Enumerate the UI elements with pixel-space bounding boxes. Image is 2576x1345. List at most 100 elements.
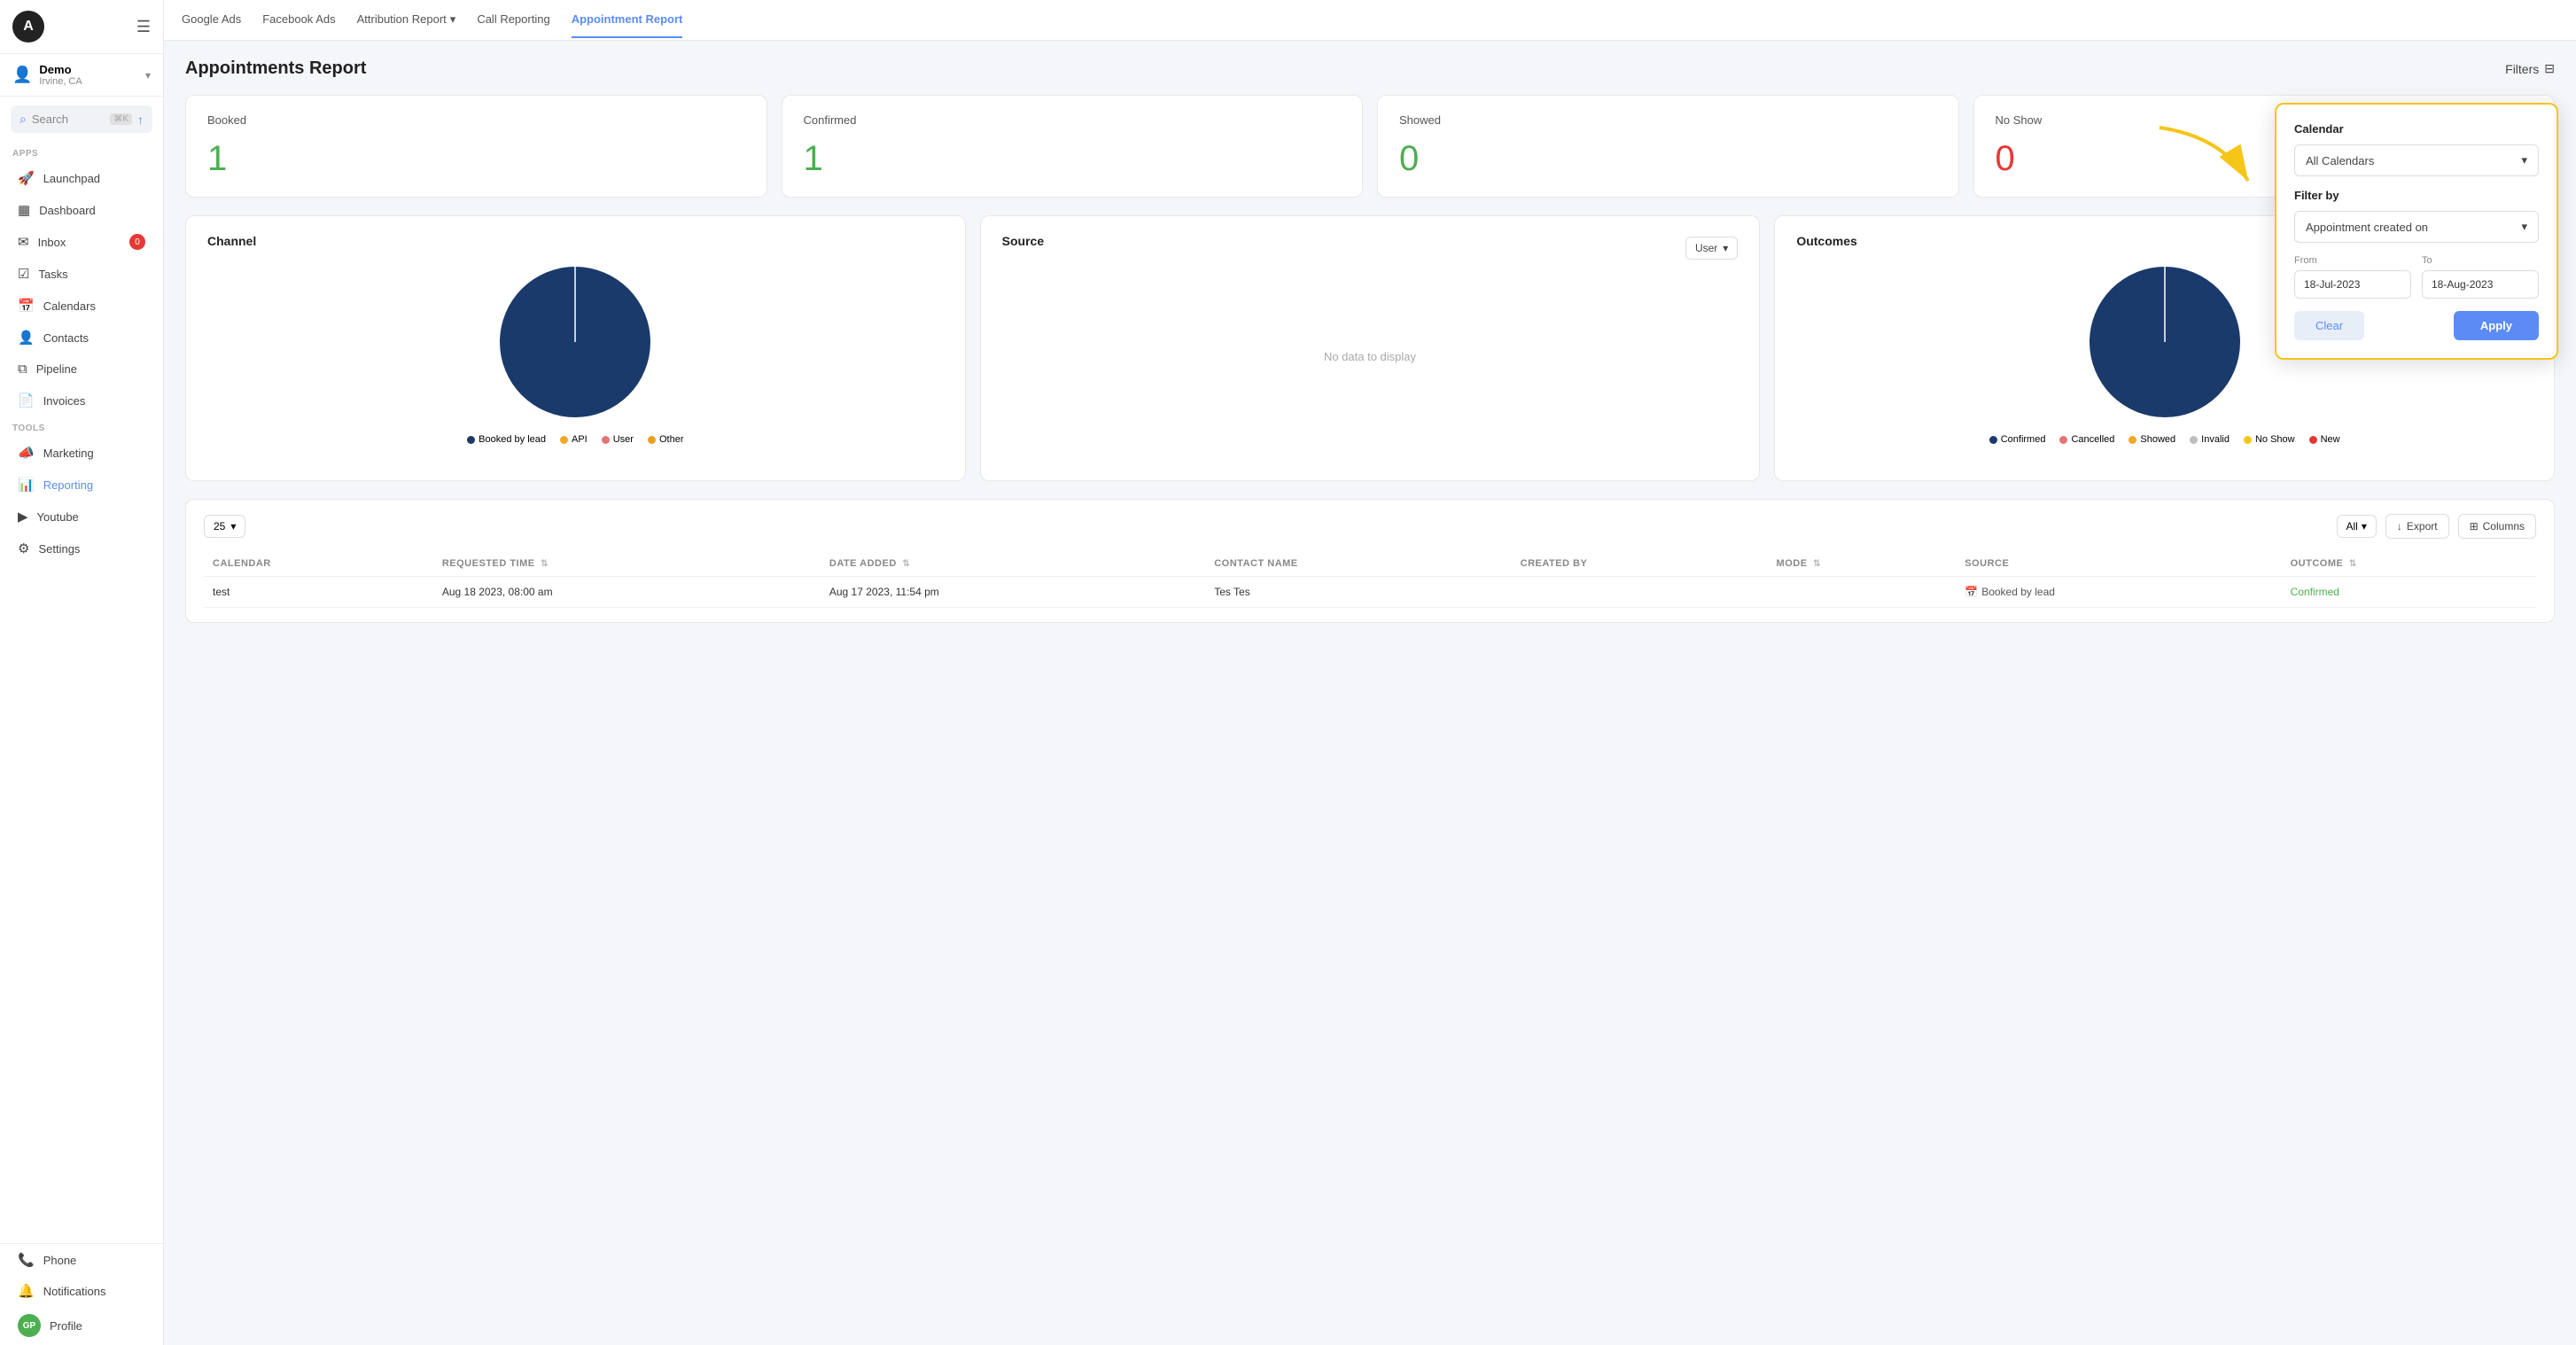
legend-label: Other — [659, 434, 684, 445]
appointments-table: CALENDAR REQUESTED TIME ⇅ DATE ADDED ⇅ C… — [204, 551, 2536, 608]
cell-contact-name: Tes Tes — [1205, 577, 1511, 608]
legend-dot — [2190, 436, 2198, 444]
invoices-icon: 📄 — [18, 393, 35, 408]
all-label: All — [2346, 520, 2358, 533]
legend-confirmed: Confirmed — [1989, 434, 2046, 445]
search-label: Search — [32, 113, 105, 126]
filter-from: From — [2294, 255, 2411, 299]
table-row: test Aug 18 2023, 08:00 am Aug 17 2023, … — [204, 577, 2536, 608]
stat-booked-value: 1 — [207, 139, 745, 179]
settings-icon: ⚙ — [18, 540, 29, 556]
sidebar-bottom: 📞 Phone 🔔 Notifications GP Profile — [0, 1243, 163, 1345]
cell-requested-time: Aug 18 2023, 08:00 am — [433, 577, 821, 608]
col-created-by: CREATED BY — [1512, 551, 1768, 577]
cell-outcome: Confirmed — [2282, 577, 2536, 608]
sidebar-item-inbox[interactable]: ✉ Inbox 0 — [5, 227, 158, 257]
source-no-data: No data to display — [1002, 276, 1739, 436]
inbox-icon: ✉ — [18, 234, 29, 250]
search-icon: ⌕ — [19, 112, 27, 127]
sidebar-item-reporting[interactable]: 📊 Reporting — [5, 470, 158, 500]
sidebar-item-label: Invoices — [43, 394, 86, 408]
legend-dot — [648, 436, 656, 444]
source-chart-title: Source — [1002, 234, 1044, 248]
filters-label: Filters — [2505, 62, 2539, 76]
sidebar-item-notifications[interactable]: 🔔 Notifications — [5, 1276, 158, 1306]
account-icon: 👤 — [12, 66, 32, 84]
appointments-table-section: 25 ▾ All ▾ ↓ Export ⊞ Columns — [185, 499, 2555, 623]
sidebar-item-calendars[interactable]: 📅 Calendars — [5, 291, 158, 321]
sidebar-item-marketing[interactable]: 📣 Marketing — [5, 438, 158, 468]
legend-label: API — [572, 434, 588, 445]
account-location: Irvine, CA — [39, 76, 138, 87]
filter-by-value: Appointment created on — [2306, 221, 2428, 234]
page-size-select[interactable]: 25 ▾ — [204, 515, 245, 538]
legend-showed: Showed — [2129, 434, 2175, 445]
to-label: To — [2422, 255, 2539, 266]
sidebar-item-label: Profile — [50, 1319, 82, 1333]
chevron-down-icon: ▾ — [450, 12, 456, 27]
calendar-value: All Calendars — [2306, 154, 2374, 167]
hamburger-icon[interactable]: ☰ — [136, 18, 151, 36]
sidebar-item-profile[interactable]: GP Profile — [5, 1307, 158, 1344]
filters-button[interactable]: Filters ⊟ — [2505, 61, 2555, 76]
sidebar-item-tasks[interactable]: ☑ Tasks — [5, 259, 158, 289]
marketing-icon: 📣 — [18, 445, 35, 461]
sidebar-item-pipeline[interactable]: ⧉ Pipeline — [5, 354, 158, 384]
sidebar-item-label: Pipeline — [36, 362, 77, 376]
sidebar-item-dashboard[interactable]: ▦ Dashboard — [5, 195, 158, 225]
inbox-badge: 0 — [129, 234, 145, 250]
legend-label: Cancelled — [2071, 434, 2114, 445]
chevron-down-icon: ▾ — [2521, 220, 2527, 234]
top-navigation: Google Ads Facebook Ads Attribution Repo… — [164, 0, 2576, 41]
sidebar-item-youtube[interactable]: ▶ Youtube — [5, 501, 158, 532]
sort-icon: ⇅ — [1813, 559, 1821, 569]
search-bar[interactable]: ⌕ Search ⌘K ↑ — [11, 105, 152, 133]
sidebar-logo: A ☰ — [0, 0, 163, 54]
legend-label: Invalid — [2201, 434, 2230, 445]
filter-by-select[interactable]: Appointment created on ▾ — [2294, 211, 2539, 243]
sidebar-item-launchpad[interactable]: 🚀 Launchpad — [5, 163, 158, 193]
to-input[interactable] — [2422, 270, 2539, 299]
topnav-call-reporting[interactable]: Call Reporting — [477, 2, 549, 38]
apply-button[interactable]: Apply — [2454, 311, 2539, 340]
topnav-google-ads[interactable]: Google Ads — [182, 2, 241, 38]
stat-cards: Booked 1 Confirmed 1 Showed 0 No Show 0 — [185, 95, 2555, 198]
from-input[interactable] — [2294, 270, 2411, 299]
chevron-down-icon: ▾ — [230, 520, 236, 533]
source-chart: Source User ▾ No data to display — [980, 215, 1761, 481]
channel-legend: Booked by lead API User Other — [467, 434, 683, 445]
legend-booked-by-lead: Booked by lead — [467, 434, 546, 445]
legend-api: API — [560, 434, 588, 445]
topnav-facebook-ads[interactable]: Facebook Ads — [262, 2, 335, 38]
col-mode: MODE ⇅ — [1768, 551, 1957, 577]
topnav-appointment-report[interactable]: Appointment Report — [572, 2, 683, 38]
clear-button[interactable]: Clear — [2294, 311, 2364, 340]
sidebar-item-invoices[interactable]: 📄 Invoices — [5, 385, 158, 416]
calendar-select[interactable]: All Calendars ▾ — [2294, 144, 2539, 176]
legend-label: New — [2321, 434, 2340, 445]
channel-chart: Channel Booked by lead API — [185, 215, 966, 481]
sidebar-item-label: Marketing — [43, 447, 94, 460]
topnav-attribution-report[interactable]: Attribution Report ▾ — [357, 2, 456, 39]
sidebar-item-phone[interactable]: 📞 Phone — [5, 1245, 158, 1275]
page-title: Appointments Report — [185, 58, 366, 79]
sidebar-item-contacts[interactable]: 👤 Contacts — [5, 323, 158, 353]
source-user-label: User — [1695, 242, 1717, 254]
account-name: Demo — [39, 63, 138, 76]
col-date-added: DATE ADDED ⇅ — [821, 551, 1205, 577]
sidebar-item-settings[interactable]: ⚙ Settings — [5, 533, 158, 564]
source-user-select[interactable]: User ▾ — [1685, 237, 1738, 260]
all-filter-select[interactable]: All ▾ — [2337, 515, 2377, 538]
sort-icon: ⇅ — [541, 559, 549, 569]
launchpad-icon: 🚀 — [18, 170, 35, 186]
columns-label: Columns — [2483, 520, 2525, 533]
stat-confirmed-value: 1 — [804, 139, 1342, 179]
account-switcher[interactable]: 👤 Demo Irvine, CA ▾ — [0, 54, 163, 97]
filter-by-label: Filter by — [2294, 189, 2539, 202]
table-toolbar: 25 ▾ All ▾ ↓ Export ⊞ Columns — [204, 514, 2536, 539]
legend-label: No Show — [2255, 434, 2295, 445]
account-info: Demo Irvine, CA — [39, 63, 138, 87]
columns-button[interactable]: ⊞ Columns — [2458, 514, 2536, 539]
col-requested-time: REQUESTED TIME ⇅ — [433, 551, 821, 577]
export-button[interactable]: ↓ Export — [2385, 514, 2449, 539]
